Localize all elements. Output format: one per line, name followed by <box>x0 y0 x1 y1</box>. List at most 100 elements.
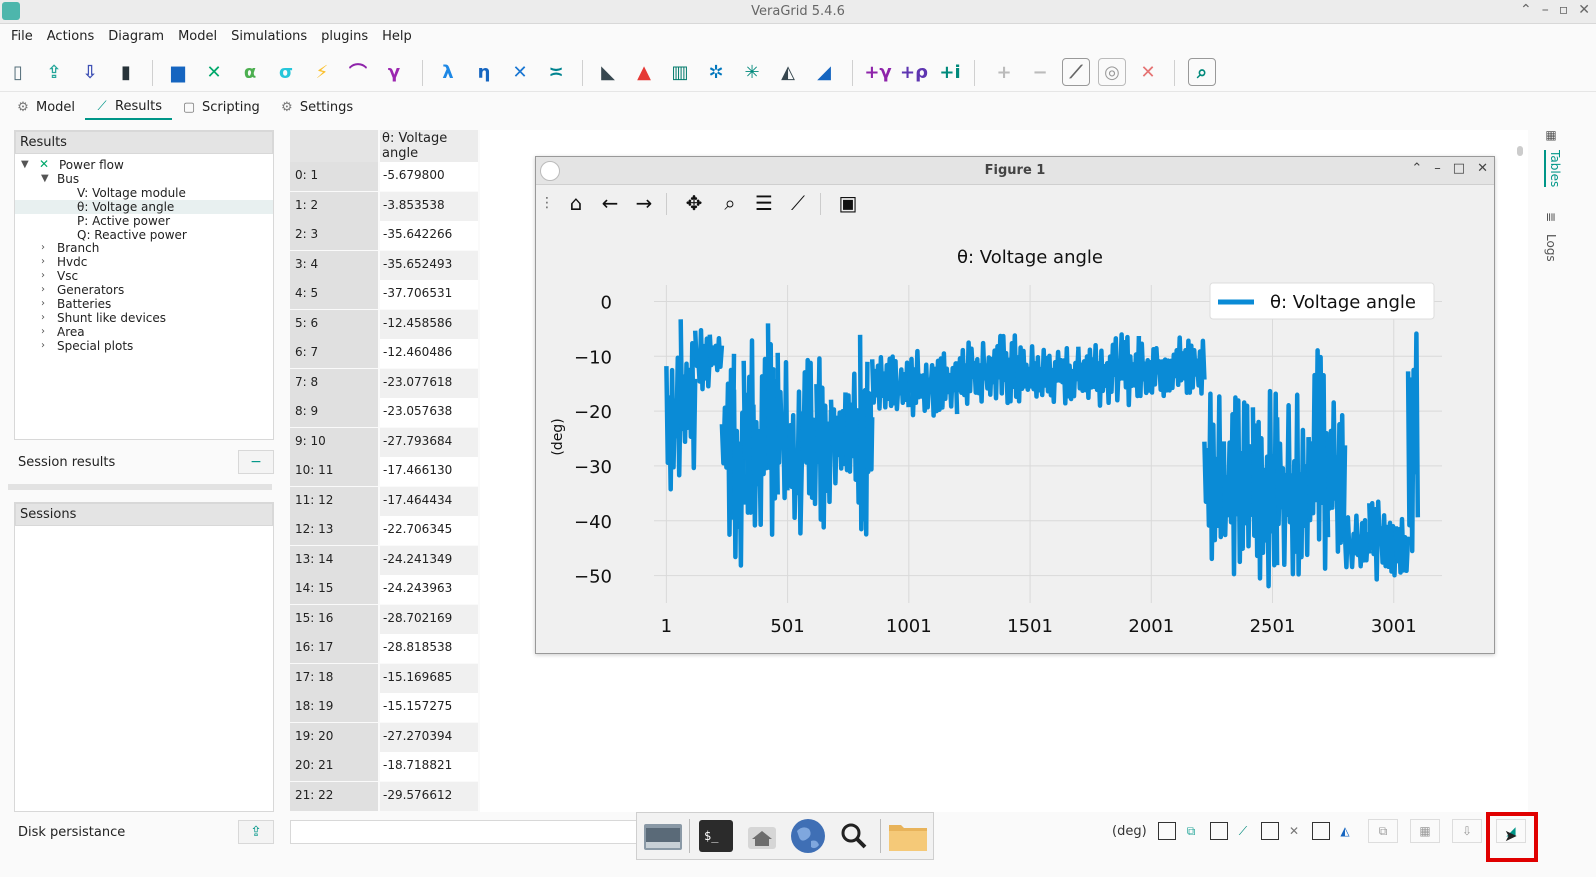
table-row[interactable]: 6: 7 -12.460486 <box>290 339 478 368</box>
menu-model[interactable]: Model <box>171 26 224 50</box>
row-header[interactable]: 13: 14 <box>290 545 378 575</box>
table-row[interactable]: 11: 12 -17.464434 <box>290 486 478 516</box>
row-value[interactable]: -17.466130 <box>380 457 478 486</box>
table-corner[interactable] <box>290 130 378 162</box>
tree-generators[interactable]: Generators <box>57 283 124 297</box>
chevron-right-icon[interactable]: › <box>41 284 45 295</box>
chevron-right-icon[interactable]: › <box>41 242 45 253</box>
table-row[interactable]: 7: 8 -23.077618 <box>290 368 478 398</box>
row-value[interactable]: -23.057638 <box>380 398 478 427</box>
chevron-down-icon[interactable]: ▼ <box>21 159 29 170</box>
row-header[interactable]: 6: 7 <box>290 339 378 368</box>
book-icon[interactable]: ▥ <box>666 58 694 86</box>
row-value[interactable]: -35.642266 <box>380 221 478 250</box>
zoom-in-icon[interactable]: + <box>990 58 1018 86</box>
vertical-scrollbar[interactable] <box>1515 134 1525 808</box>
tree-batteries[interactable]: Batteries <box>57 297 111 311</box>
tree-vsc[interactable]: Vsc <box>57 269 78 283</box>
remove-session-button[interactable]: − <box>238 450 274 474</box>
row-value[interactable]: -12.458586 <box>380 309 478 339</box>
tree-bus[interactable]: Bus <box>57 172 79 186</box>
menu-file[interactable]: File <box>4 26 40 50</box>
tree-branch[interactable]: Branch <box>57 241 99 255</box>
filter-input[interactable] <box>290 820 640 844</box>
row-value[interactable]: -18.718821 <box>380 752 478 781</box>
checkbox-2[interactable] <box>1210 822 1228 840</box>
table-row[interactable]: 16: 17 -28.818538 <box>290 634 478 663</box>
cluster-icon[interactable]: ✲ <box>702 58 730 86</box>
row-value[interactable]: -15.169685 <box>380 663 478 693</box>
chevron-up-icon[interactable]: ⌃ <box>1411 161 1422 176</box>
zoom-out-icon[interactable]: − <box>1026 58 1054 86</box>
row-header[interactable]: 16: 17 <box>290 634 378 663</box>
scrollbar-thumb[interactable] <box>1517 146 1523 156</box>
row-header[interactable]: 4: 5 <box>290 280 378 309</box>
table-row[interactable]: 8: 9 -23.057638 <box>290 398 478 427</box>
tab-results[interactable]: ⟋ Results <box>85 94 172 120</box>
row-value[interactable]: -5.679800 <box>380 162 478 191</box>
table-row[interactable]: 0: 1 -5.679800 <box>290 162 478 191</box>
eta-icon[interactable]: η <box>470 58 498 86</box>
chevron-right-icon[interactable]: › <box>41 270 45 281</box>
lambda-icon[interactable]: λ <box>434 58 462 86</box>
table-row[interactable]: 10: 11 -17.466130 <box>290 457 478 486</box>
table-row[interactable]: 14: 15 -24.243963 <box>290 575 478 604</box>
lightning-icon[interactable]: ⚡ <box>308 58 336 86</box>
tab-tables[interactable]: Tables <box>1544 150 1562 188</box>
desktop-app-icon[interactable] <box>643 817 683 855</box>
row-value[interactable]: -28.702169 <box>380 604 478 634</box>
row-value[interactable]: -22.706345 <box>380 516 478 545</box>
row-value[interactable]: -29.576612 <box>380 781 478 811</box>
transform-icon[interactable]: ⧉ <box>1182 822 1200 840</box>
row-header[interactable]: 8: 9 <box>290 398 378 427</box>
row-value[interactable]: -15.157275 <box>380 693 478 722</box>
tab-scripting[interactable]: ▢ Scripting <box>172 94 270 120</box>
terminal-icon[interactable]: $_ <box>696 817 736 855</box>
row-value[interactable]: -23.077618 <box>380 368 478 398</box>
search-icon[interactable] <box>834 817 874 855</box>
checkbox-1[interactable] <box>1158 822 1176 840</box>
table-row[interactable]: 19: 20 -27.270394 <box>290 722 478 752</box>
filter-x-icon[interactable]: ✕ <box>1285 822 1303 840</box>
row-value[interactable]: -35.652493 <box>380 250 478 280</box>
chevron-right-icon[interactable]: › <box>41 340 45 351</box>
gamma-icon[interactable]: γ <box>380 58 408 86</box>
chevron-down-icon[interactable]: ▼ <box>41 173 49 184</box>
rho-plus-icon[interactable]: +ρ <box>900 58 928 86</box>
table-row[interactable]: 9: 10 -27.793684 <box>290 427 478 457</box>
tree-shunt-like-devices[interactable]: Shunt like devices <box>57 311 166 325</box>
stochastic-icon[interactable]: ▲ <box>630 58 658 86</box>
save-figure-icon[interactable]: ▣ <box>834 189 862 217</box>
forward-arrow-icon[interactable]: → <box>630 189 658 217</box>
network-icon[interactable]: ✳ <box>738 58 766 86</box>
row-header[interactable]: 1: 2 <box>290 191 378 221</box>
row-header[interactable]: 3: 4 <box>290 250 378 280</box>
checkbox-4[interactable] <box>1312 822 1330 840</box>
row-header[interactable]: 2: 3 <box>290 221 378 250</box>
chevron-right-icon[interactable]: › <box>41 298 45 309</box>
table-row[interactable]: 5: 6 -12.458586 <box>290 309 478 339</box>
row-header[interactable]: 14: 15 <box>290 575 378 604</box>
row-header[interactable]: 17: 18 <box>290 663 378 693</box>
tree-area[interactable]: Area <box>57 325 85 339</box>
row-value[interactable]: -28.818538 <box>380 634 478 663</box>
pan-icon[interactable]: ✥ <box>680 189 708 217</box>
table-row[interactable]: 1: 2 -3.853538 <box>290 191 478 221</box>
drag-handle-icon[interactable]: ⋮ <box>540 189 554 217</box>
tree-power-flow[interactable]: Power flow <box>59 158 124 172</box>
column-header-voltage-angle[interactable]: θ: Voltage angle <box>380 130 478 162</box>
row-value[interactable]: -27.793684 <box>380 427 478 457</box>
download-button[interactable]: ⇩ <box>1452 819 1482 843</box>
table-row[interactable]: 2: 3 -35.642266 <box>290 221 478 250</box>
zoom-magnifier-icon[interactable]: ⌕ <box>716 189 744 217</box>
row-header[interactable]: 7: 8 <box>290 368 378 398</box>
maximize-icon[interactable]: □ <box>1453 161 1465 176</box>
tree-reactive-power[interactable]: Q: Reactive power <box>77 228 187 242</box>
time-series-icon[interactable]: ✕ <box>200 58 228 86</box>
chart-scatter-icon[interactable]: ◣ <box>594 58 622 86</box>
row-header[interactable]: 20: 21 <box>290 752 378 781</box>
files-folder-icon[interactable] <box>887 817 927 855</box>
close-icon[interactable]: ✕ <box>1477 161 1488 176</box>
row-value[interactable]: -24.243963 <box>380 575 478 604</box>
checkbox-3[interactable] <box>1261 822 1279 840</box>
